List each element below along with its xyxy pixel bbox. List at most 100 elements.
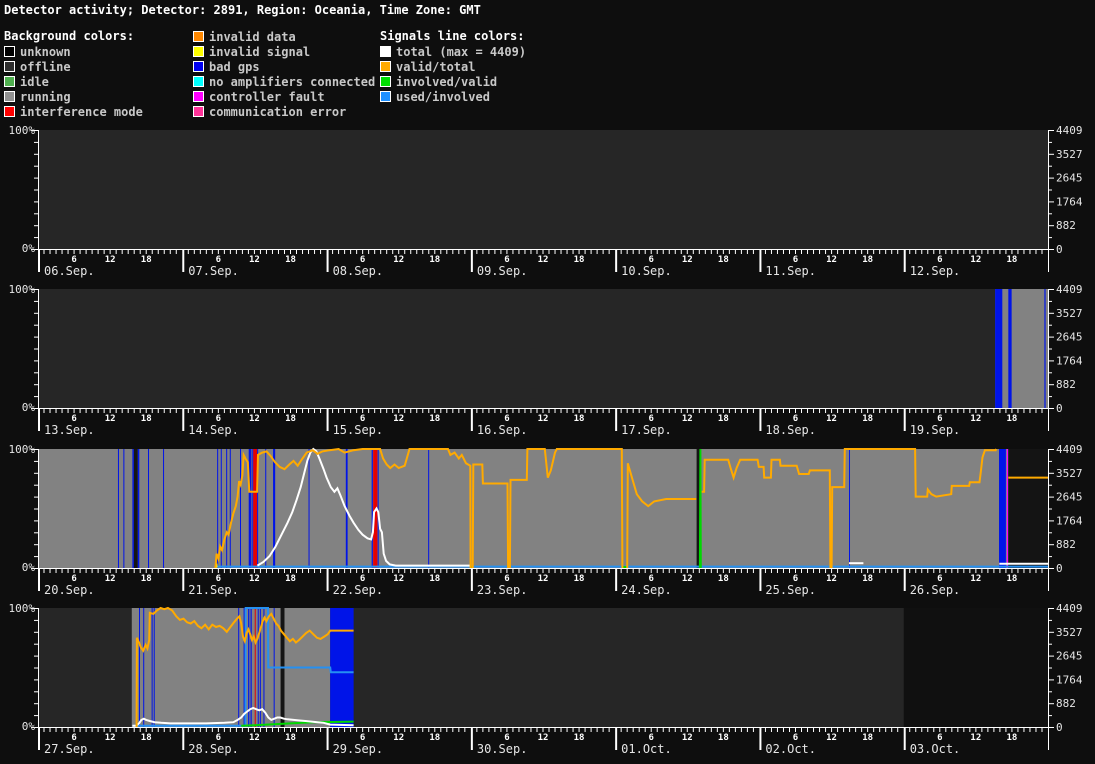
y-right-label: 3527 — [1056, 307, 1083, 320]
legend-item-idle: idle — [4, 74, 143, 89]
hour-label: 18 — [862, 574, 873, 584]
unknown_bg-band — [134, 449, 138, 568]
y-left-bottom-label: 0% — [22, 720, 36, 733]
legend-item-no-amplifiers-connected: no amplifiers connected — [193, 74, 375, 89]
hour-label: 18 — [429, 733, 440, 743]
blue-band — [154, 608, 155, 727]
y-right-label: 2645 — [1056, 172, 1083, 185]
day-label: 08.Sep. — [333, 264, 384, 278]
hour-label: 18 — [718, 255, 729, 265]
day-label: 24.Sep. — [621, 583, 672, 597]
y-right-label: 1764 — [1056, 354, 1083, 367]
day-label: 17.Sep. — [621, 423, 672, 437]
day-label: 29.Sep. — [333, 742, 384, 756]
blue-band — [138, 449, 140, 568]
hour-label: 12 — [393, 414, 404, 424]
day-label: 19.Sep. — [910, 423, 961, 437]
legend-item-running: running — [4, 89, 143, 104]
hour-label: 12 — [970, 255, 981, 265]
legend-signal-items: total (max = 4409)valid/totalinvolved/va… — [380, 44, 526, 104]
hour-label: 12 — [393, 733, 404, 743]
green-signal-line — [700, 449, 701, 568]
hour-label: 12 — [826, 414, 837, 424]
day-label: 09.Sep. — [477, 264, 528, 278]
hour-label: 12 — [249, 414, 260, 424]
red-band — [253, 449, 257, 568]
blue-band — [263, 608, 264, 727]
day-label: 11.Sep. — [765, 264, 816, 278]
day-label: 02.Oct. — [765, 742, 816, 756]
magenta-band — [1007, 449, 1008, 568]
blue-band — [163, 449, 164, 568]
blue-band — [330, 608, 353, 727]
blue-band — [238, 608, 239, 727]
blue-band — [999, 449, 1006, 568]
hour-label: 12 — [393, 574, 404, 584]
x-axis: 6121827.Sep.6121828.Sep.6121829.Sep.6121… — [38, 728, 1048, 757]
y-right-label: 2645 — [1056, 650, 1083, 663]
blue-band — [240, 449, 241, 568]
blue-band — [849, 449, 850, 568]
legend-swatch-valid-total — [380, 61, 391, 72]
hour-label: 18 — [1007, 574, 1018, 584]
hour-label: 18 — [862, 733, 873, 743]
hour-label: 18 — [718, 733, 729, 743]
y-right-label: 4409 — [1056, 603, 1083, 615]
legend-item-offline: offline — [4, 59, 143, 74]
y-right-label: 0 — [1056, 721, 1063, 734]
blue-band — [252, 449, 253, 568]
blue-band — [428, 449, 429, 568]
legend-swatch-interference-mode — [4, 106, 15, 117]
y-left-top-label: 100% — [9, 284, 36, 296]
legend-item-invalid-data: invalid data — [193, 29, 375, 44]
y-right-label: 0 — [1056, 562, 1063, 575]
y-left-bottom-label: 0% — [22, 242, 36, 255]
hour-label: 18 — [429, 255, 440, 265]
y-right-label: 2645 — [1056, 491, 1083, 504]
day-label: 13.Sep. — [44, 423, 95, 437]
hour-label: 18 — [285, 574, 296, 584]
legend-swatch-running — [4, 91, 15, 102]
y-right-label: 1764 — [1056, 673, 1083, 686]
unknown_bg-band — [1008, 449, 1048, 568]
y-left-top-label: 100% — [9, 444, 36, 456]
legend-label: controller fault — [209, 90, 325, 104]
blue-band — [148, 449, 149, 568]
hour-label: 18 — [285, 414, 296, 424]
legend-item-valid-total: valid/total — [380, 59, 526, 74]
hour-label: 12 — [249, 574, 260, 584]
blue-band — [995, 289, 1002, 408]
day-label: 01.Oct. — [621, 742, 672, 756]
legend-label: communication error — [209, 105, 346, 119]
y-right-label: 3527 — [1056, 626, 1083, 639]
legend-label: bad gps — [209, 60, 260, 74]
hour-label: 18 — [862, 414, 873, 424]
legend-label: no amplifiers connected — [209, 75, 375, 89]
bg-bands — [995, 289, 1048, 408]
hour-label: 12 — [393, 255, 404, 265]
hour-label: 12 — [682, 255, 693, 265]
hour-label: 12 — [105, 255, 116, 265]
legend-item-interference-mode: interference mode — [4, 104, 143, 119]
y-right-label: 4409 — [1056, 125, 1083, 137]
hour-label: 12 — [970, 733, 981, 743]
legend-label: used/involved — [396, 90, 490, 104]
legend-item-invalid-signal: invalid signal — [193, 44, 375, 59]
hour-label: 12 — [538, 574, 549, 584]
hour-label: 18 — [1007, 255, 1018, 265]
hour-label: 18 — [574, 414, 585, 424]
blue-band — [1008, 289, 1011, 408]
blue-band — [309, 449, 310, 568]
day-label: 23.Sep. — [477, 583, 528, 597]
bg-bands — [38, 449, 1048, 568]
activity-row-4: 100%0%088217642645352744096121827.Sep.61… — [0, 603, 1095, 764]
void-band — [904, 608, 1048, 727]
x-axis: 6121806.Sep.6121807.Sep.6121808.Sep.6121… — [38, 250, 1048, 279]
plot-background — [38, 289, 1048, 408]
legend-swatch-invalid-data — [193, 31, 204, 42]
hour-label: 18 — [141, 733, 152, 743]
y-axis-left: 100%0% — [9, 284, 39, 414]
blue-band — [1044, 289, 1045, 408]
hour-label: 18 — [285, 255, 296, 265]
day-label: 10.Sep. — [621, 264, 672, 278]
